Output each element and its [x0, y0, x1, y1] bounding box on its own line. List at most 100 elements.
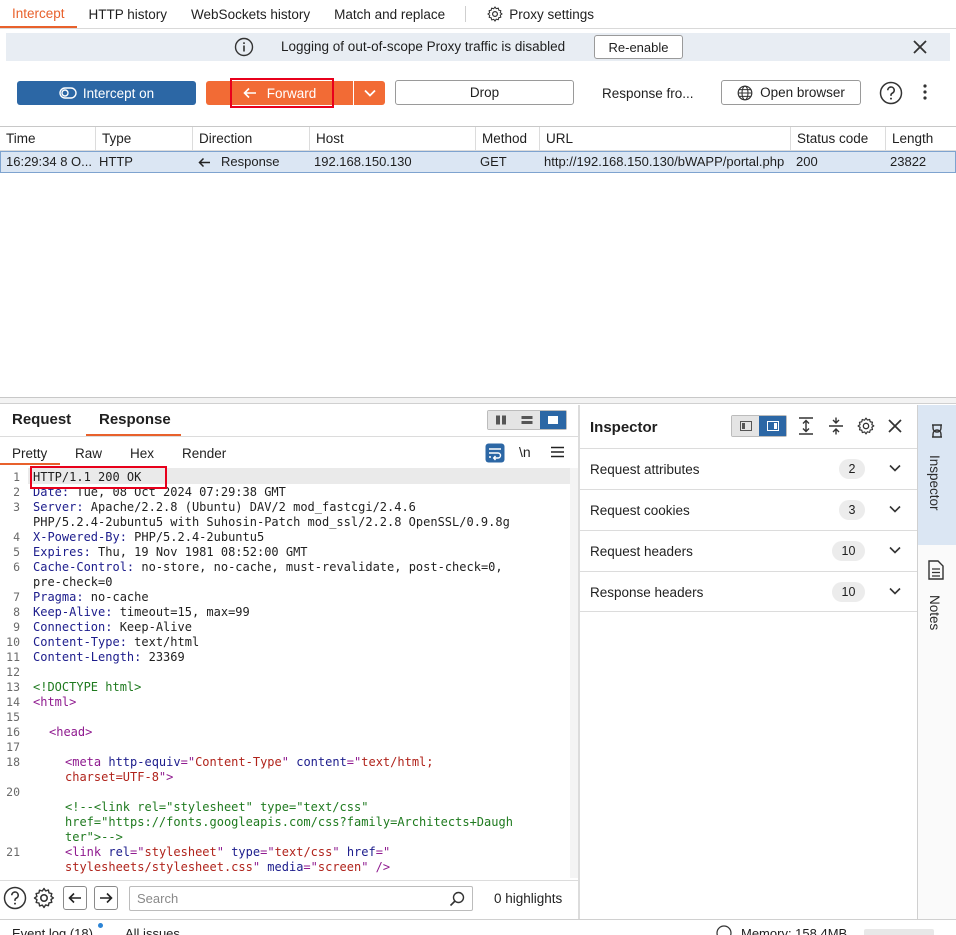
line-number: 10: [6, 635, 20, 649]
column-header-direction[interactable]: Direction: [193, 127, 310, 151]
drop-button[interactable]: Drop: [395, 80, 574, 105]
status-bar: Event log (18) All issues Memory: 158.4M…: [0, 919, 956, 935]
wrap-lines-icon[interactable]: [485, 443, 505, 463]
inspector-icon: [928, 422, 946, 440]
line-number: 11: [6, 650, 20, 664]
tab-raw[interactable]: Raw: [75, 446, 102, 461]
section-count-badge: 2: [839, 459, 865, 479]
inspector-section-request-attributes[interactable]: Request attributes 2: [580, 448, 917, 489]
tab-response[interactable]: Response: [99, 411, 171, 428]
event-log-indicator: [98, 923, 103, 928]
active-subtab-underline: [0, 463, 60, 465]
cell-type: HTTP: [99, 154, 133, 169]
response-editor[interactable]: 1 HTTP/1.1 200 OK 2 Date: Tue, 08 Oct 2024…: [0, 468, 570, 878]
line-number: 17: [6, 740, 20, 754]
event-log-link[interactable]: Event log (18): [12, 926, 93, 935]
tab-http-history[interactable]: HTTP history: [77, 0, 180, 28]
column-header-time[interactable]: Time: [0, 127, 96, 151]
rail-tab-notes[interactable]: Notes: [918, 545, 956, 645]
chevron-down-icon: [888, 586, 902, 596]
response-from-label[interactable]: Response fro...: [602, 86, 694, 101]
html-comment: <!--<link rel="stylesheet" type="text/cs…: [65, 800, 369, 814]
tab-match-and-replace[interactable]: Match and replace: [322, 0, 457, 28]
attr-name: content: [296, 755, 347, 769]
cell-url: http://192.168.150.130/bWAPP/portal.php: [544, 154, 785, 169]
attr-punct: =": [130, 845, 145, 859]
inspector-section-response-headers[interactable]: Response headers 10: [580, 571, 917, 612]
newline-toggle-icon[interactable]: \n: [519, 444, 531, 460]
section-count-badge: 10: [832, 582, 865, 602]
search-input[interactable]: Search: [129, 886, 473, 911]
column-header-host[interactable]: Host: [310, 127, 476, 151]
layout-side-by-side-button[interactable]: [488, 411, 514, 429]
attr-value: charset=UTF-8: [65, 770, 159, 784]
inspector-section-request-headers[interactable]: Request headers 10: [580, 530, 917, 571]
attr-punct: =": [346, 755, 362, 769]
line-number: 5: [13, 545, 20, 559]
forward-options-button[interactable]: [354, 81, 385, 105]
close-icon[interactable]: [887, 418, 903, 434]
rail-notes-label: Notes: [927, 595, 942, 631]
attr-punct: =": [260, 845, 275, 859]
attr-value: Content-Type: [195, 755, 282, 769]
tab-pretty[interactable]: Pretty: [12, 446, 47, 461]
inspector-layout-split-button[interactable]: [732, 416, 759, 436]
inspector-layout-full-button[interactable]: [759, 416, 786, 436]
tab-proxy-settings[interactable]: Proxy settings: [474, 0, 606, 28]
header-name: Content-Length:: [33, 650, 142, 664]
cell-time: 16:29:34 8 O...: [6, 154, 93, 169]
column-header-url[interactable]: URL: [540, 127, 791, 151]
table-header: Time Type Direction Host Method URL Stat…: [0, 127, 956, 151]
table-row[interactable]: 16:29:34 8 O... HTTP Response 192.168.15…: [0, 151, 956, 173]
tab-hex[interactable]: Hex: [130, 446, 154, 461]
tab-match-and-replace-label: Match and replace: [334, 6, 446, 22]
editor-scrollbar[interactable]: [570, 468, 578, 878]
attr-name: http-equiv: [108, 755, 181, 769]
gear-icon[interactable]: [856, 416, 876, 436]
help-icon[interactable]: [879, 81, 903, 105]
inspector-section-request-cookies[interactable]: Request cookies 3: [580, 489, 917, 530]
line-number: 18: [6, 755, 20, 769]
tab-request[interactable]: Request: [12, 411, 71, 428]
open-browser-label: Open browser: [760, 85, 845, 100]
line-number: 2: [13, 485, 20, 499]
column-header-method[interactable]: Method: [476, 127, 540, 151]
layout-stacked-button[interactable]: [514, 411, 540, 429]
tab-render[interactable]: Render: [182, 446, 226, 461]
search-icon: [449, 891, 465, 907]
header-name: Keep-Alive:: [33, 605, 113, 619]
next-match-button[interactable]: [94, 886, 118, 910]
column-header-status-code[interactable]: Status code: [791, 127, 886, 151]
tab-intercept[interactable]: Intercept: [0, 0, 77, 28]
all-issues-link[interactable]: All issues: [125, 926, 180, 935]
inspector-title: Inspector: [590, 419, 658, 436]
header-value: timeout=15, max=99: [112, 605, 250, 619]
close-icon[interactable]: [911, 38, 929, 56]
column-header-type[interactable]: Type: [96, 127, 193, 151]
column-header-length[interactable]: Length: [886, 127, 956, 151]
layout-single-button[interactable]: [540, 411, 566, 429]
cell-direction-label: Response: [221, 154, 280, 169]
intercept-toggle-button[interactable]: Intercept on: [17, 81, 196, 105]
more-options-icon[interactable]: [918, 83, 932, 101]
doctype: <!DOCTYPE html>: [33, 680, 142, 694]
line-number: 7: [13, 590, 20, 604]
attr-punct: ": [332, 845, 347, 859]
previous-match-button[interactable]: [63, 886, 87, 910]
help-icon[interactable]: [3, 886, 27, 910]
pane-splitter[interactable]: [0, 398, 956, 404]
collapse-all-icon[interactable]: [826, 416, 846, 436]
header-name: Connection:: [33, 620, 113, 634]
rail-tab-inspector[interactable]: Inspector: [918, 405, 956, 545]
section-label: Request headers: [590, 544, 693, 559]
header-name: Content-Type:: [33, 635, 127, 649]
header-name: Cache-Control:: [33, 560, 135, 574]
tab-websockets-history-label: WebSockets history: [191, 6, 311, 22]
hamburger-menu-icon[interactable]: [551, 446, 564, 458]
open-browser-button[interactable]: Open browser: [721, 80, 861, 105]
tab-websockets-history[interactable]: WebSockets history: [179, 0, 322, 28]
gear-icon[interactable]: [32, 886, 56, 910]
line-number: 21: [6, 845, 20, 859]
re-enable-button[interactable]: Re-enable: [594, 35, 683, 59]
expand-all-icon[interactable]: [796, 416, 816, 436]
